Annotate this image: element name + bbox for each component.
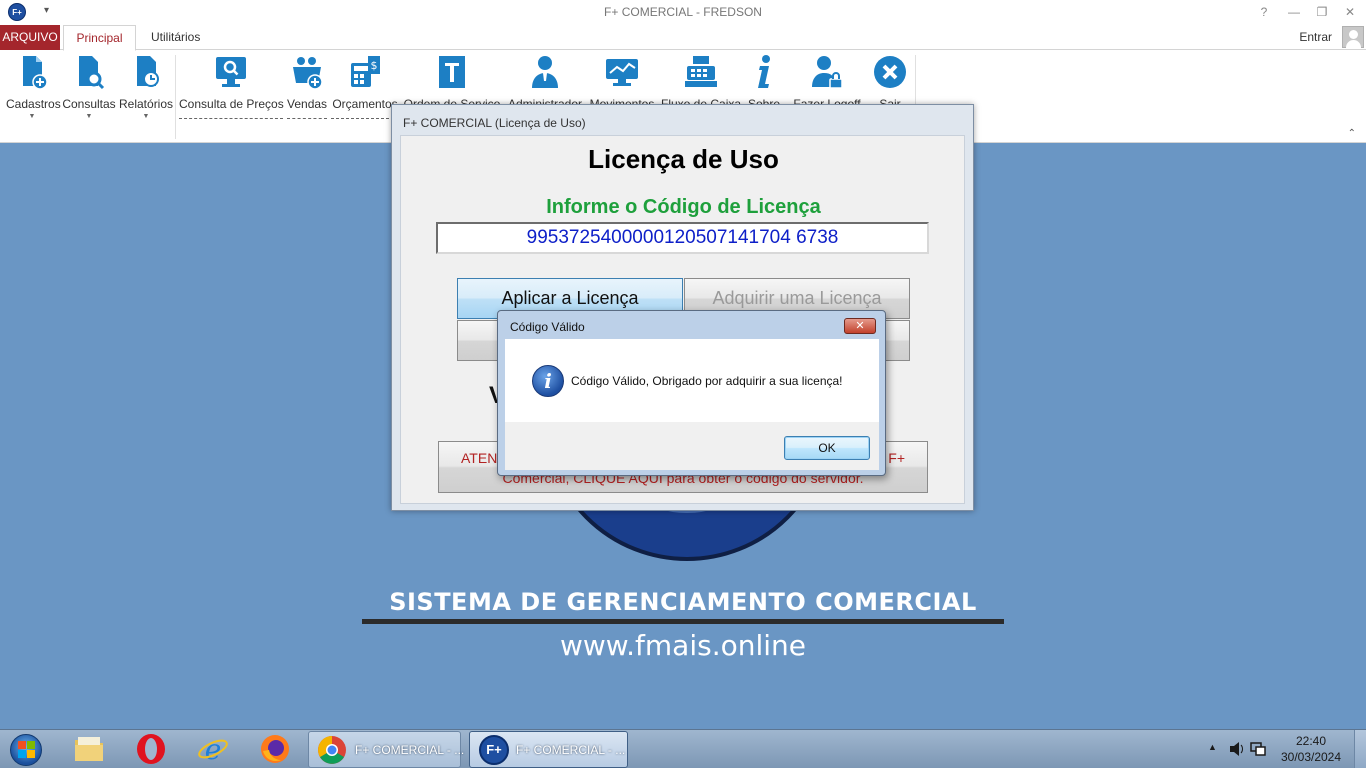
service-order-icon bbox=[439, 56, 465, 88]
user-avatar-icon[interactable] bbox=[1342, 26, 1364, 48]
title-bar: F+ ▾ F+ COMERCIAL - FREDSON ? — ❐ ✕ bbox=[0, 0, 1366, 25]
dialog-message: Código Válido, Obrigado por adquirir a s… bbox=[571, 374, 843, 388]
chrome-icon bbox=[318, 736, 346, 764]
tab-principal[interactable]: Principal bbox=[63, 25, 136, 51]
tab-utilitarios[interactable]: Utilitários bbox=[141, 25, 210, 50]
clock-time: 22:40 bbox=[1295, 734, 1327, 748]
file-explorer-icon[interactable] bbox=[72, 733, 106, 765]
ribbon-label: Cadastros bbox=[6, 97, 61, 111]
info-icon bbox=[758, 55, 770, 88]
attention-text-end: F+ bbox=[888, 450, 905, 466]
administrator-icon bbox=[532, 56, 558, 88]
help-button[interactable]: ? bbox=[1254, 3, 1274, 21]
svg-text:$: $ bbox=[371, 59, 378, 72]
ribbon-logoff-button[interactable]: Fazer Logoff bbox=[790, 53, 864, 111]
title-underline bbox=[362, 619, 1004, 624]
attention-text-start: ATEN bbox=[461, 450, 498, 466]
license-heading: Licença de Uso bbox=[588, 144, 779, 174]
document-search-icon bbox=[79, 56, 105, 90]
ok-button[interactable]: OK bbox=[784, 436, 870, 460]
company-logo-icon bbox=[543, 503, 831, 563]
dropdown-arrow-icon: ▼ bbox=[85, 113, 93, 120]
network-icon[interactable] bbox=[1250, 741, 1266, 757]
ribbon-group-separator bbox=[175, 55, 176, 139]
ribbon-movimentos-button[interactable]: Movimentos bbox=[587, 53, 657, 111]
valid-code-dialog: Código Válido ✕ i Código Válido, Obrigad… bbox=[497, 310, 886, 476]
system-title: SISTEMA DE GERENCIAMENTO COMERCIAL bbox=[389, 588, 977, 616]
ribbon-sobre-button[interactable]: Sobre bbox=[745, 53, 783, 111]
monitor-search-icon bbox=[216, 57, 246, 87]
window-title: F+ COMERCIAL - FREDSON bbox=[604, 5, 762, 19]
ribbon-label: Consulta de Preços bbox=[179, 97, 284, 111]
ribbon-label: Orçamentos bbox=[332, 97, 398, 111]
license-subheading: Informe o Código de Licença bbox=[546, 196, 821, 218]
ribbon-sair-button[interactable]: Sair bbox=[870, 53, 910, 111]
restore-button[interactable]: ❐ bbox=[1312, 3, 1332, 21]
dialog-footer: OK bbox=[505, 422, 879, 470]
clock-date: 30/03/2024 bbox=[1280, 750, 1342, 764]
sign-in-link[interactable]: Entrar bbox=[1299, 30, 1332, 44]
ribbon-ordem-servico-button[interactable]: Ordem de Serviço bbox=[403, 53, 501, 111]
ribbon-label: Relatórios bbox=[119, 97, 174, 111]
ribbon-collapse-button[interactable]: ⌃ bbox=[1348, 128, 1356, 139]
dialog-title: Código Válido bbox=[510, 320, 585, 334]
close-window-button[interactable]: ✕ bbox=[1340, 3, 1360, 21]
taskbar: e F+ COMERCIAL - ... F+ F+ COMERCIAL - .… bbox=[0, 729, 1366, 768]
dropdown-arrow-icon: ▼ bbox=[28, 113, 36, 120]
firefox-browser-icon[interactable] bbox=[258, 733, 292, 765]
ribbon-orcamentos-button[interactable]: $ Orçamentos bbox=[331, 53, 399, 119]
windows-logo-icon bbox=[10, 734, 42, 766]
minimize-button[interactable]: — bbox=[1284, 3, 1304, 21]
license-window-title: F+ COMERCIAL (Licença de Uso) bbox=[403, 116, 586, 130]
fplus-app-icon: F+ bbox=[479, 735, 509, 765]
ribbon-fluxo-caixa-button[interactable]: Fluxo de Caixa bbox=[661, 53, 741, 111]
shopping-basket-icon bbox=[293, 57, 323, 90]
dialog-body: i Código Válido, Obrigado por adquirir a… bbox=[505, 339, 879, 422]
tab-arquivo[interactable]: ARQUIVO bbox=[0, 25, 60, 50]
taskbar-item-label: F+ COMERCIAL - ... bbox=[355, 743, 465, 757]
ribbon-relatorios-button[interactable]: Relatórios ▼ bbox=[119, 53, 173, 120]
dropdown-arrow-icon: ▼ bbox=[142, 113, 150, 120]
ribbon-group-dashline bbox=[331, 118, 399, 119]
taskbar-item-label: F+ COMERCIAL - ... bbox=[516, 743, 626, 757]
ribbon-label: Vendas bbox=[287, 97, 328, 111]
dialog-close-button[interactable]: ✕ bbox=[844, 318, 876, 334]
svg-text:e: e bbox=[205, 733, 222, 765]
document-report-icon bbox=[137, 56, 159, 87]
speaker-icon[interactable] bbox=[1228, 740, 1244, 758]
ribbon-label: Consultas bbox=[62, 97, 116, 111]
internet-explorer-icon[interactable]: e bbox=[196, 733, 230, 765]
opera-browser-icon[interactable] bbox=[134, 733, 168, 765]
ribbon-vendas-button[interactable]: Vendas bbox=[287, 53, 327, 119]
system-tray: ▲ 22:40 30/03/2024 bbox=[1186, 730, 1366, 768]
taskbar-item-fplus[interactable]: F+ F+ COMERCIAL - ... bbox=[469, 731, 628, 768]
ribbon-tab-bar: ARQUIVO Principal Utilitários Entrar bbox=[0, 25, 1366, 51]
ribbon-administrador-button[interactable]: Administrador bbox=[506, 53, 584, 111]
ribbon-group-dashline bbox=[287, 118, 327, 119]
ribbon-group-dashline bbox=[179, 118, 283, 119]
monitor-chart-icon bbox=[606, 59, 638, 86]
ribbon-consulta-precos-button[interactable]: Consulta de Preços bbox=[179, 53, 284, 119]
document-add-icon bbox=[23, 56, 48, 90]
start-button[interactable] bbox=[4, 731, 48, 768]
ribbon-consultas-button[interactable]: Consultas ▼ bbox=[62, 53, 116, 120]
cash-register-icon bbox=[685, 56, 717, 87]
calculator-icon: $ bbox=[351, 56, 380, 87]
close-circle-icon bbox=[874, 56, 906, 88]
taskbar-item-chrome[interactable]: F+ COMERCIAL - ... bbox=[308, 731, 465, 768]
ribbon-cadastros-button[interactable]: Cadastros ▼ bbox=[6, 53, 61, 120]
user-lock-icon bbox=[812, 56, 843, 89]
show-desktop-button[interactable] bbox=[1354, 730, 1366, 768]
information-icon: i bbox=[532, 365, 564, 397]
taskbar-clock[interactable]: 22:40 30/03/2024 bbox=[1276, 733, 1346, 765]
website-text: www.fmais.online bbox=[560, 629, 806, 662]
show-hidden-icons-button[interactable]: ▲ bbox=[1208, 742, 1217, 752]
license-code-input[interactable]: 9953725400000120507141704 6738 bbox=[436, 222, 929, 254]
